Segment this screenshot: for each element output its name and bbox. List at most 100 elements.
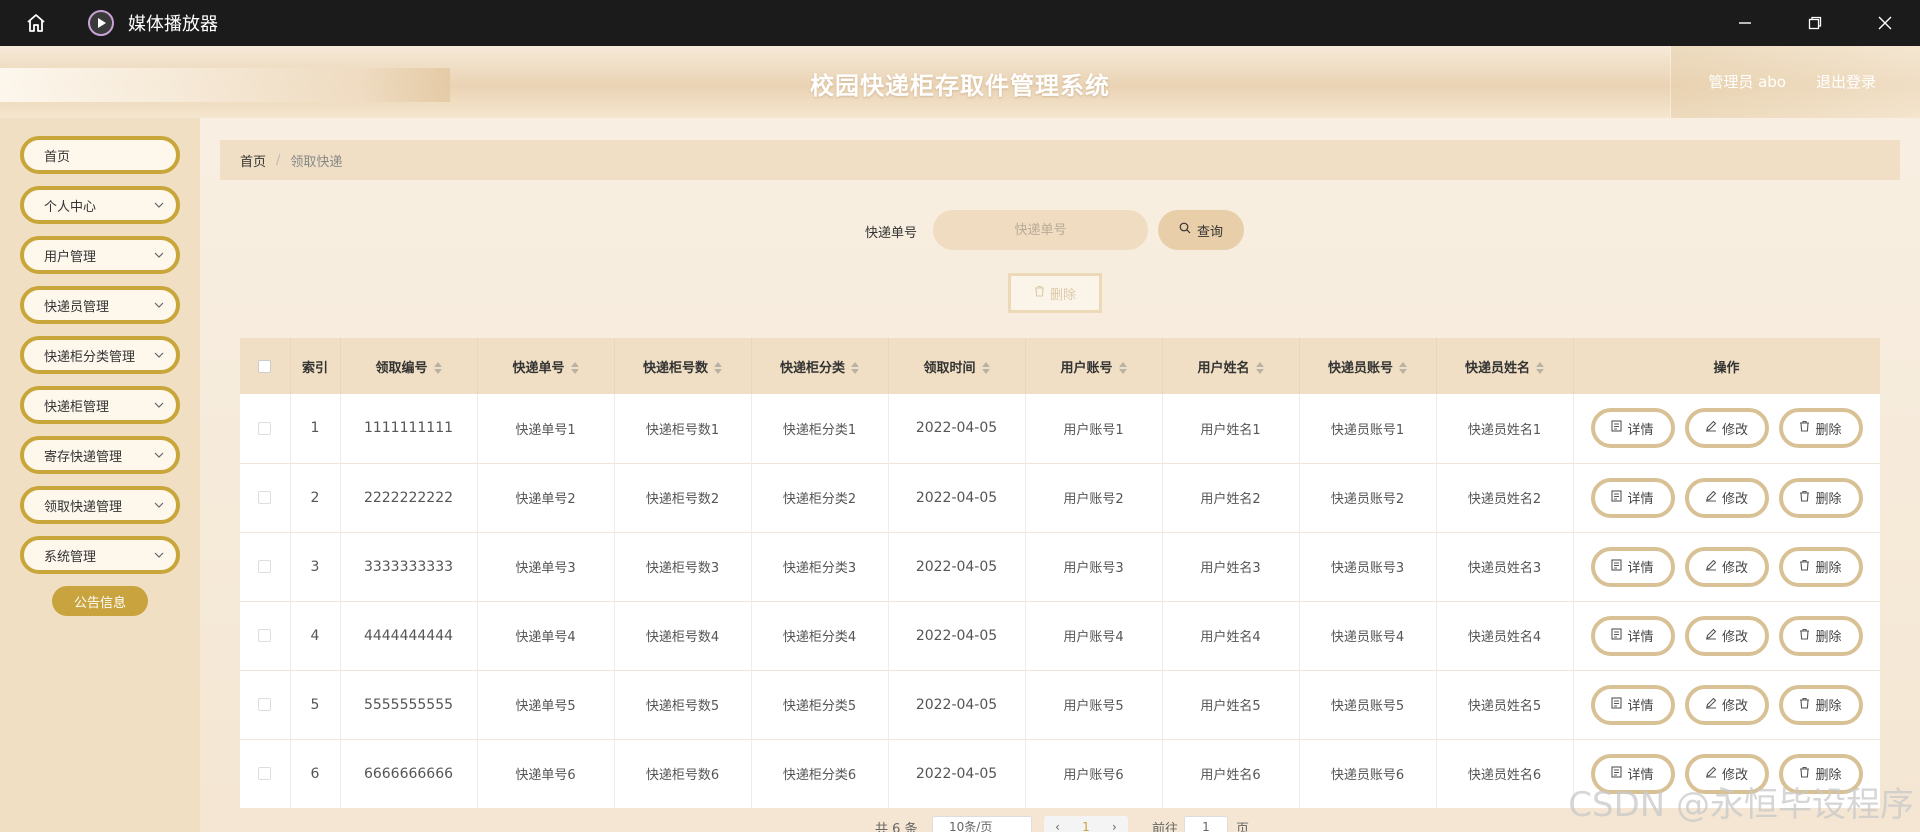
select-all-checkbox[interactable] [258, 359, 272, 373]
column-header-tracking-number[interactable]: 快递单号 [477, 338, 615, 394]
detail-button[interactable]: 详情 [1590, 408, 1675, 449]
delete-button-label: 删除 [1815, 699, 1842, 714]
sort-icon[interactable] [570, 362, 579, 374]
table-cell: 快递员姓名4 [1436, 601, 1574, 670]
table-cell: 快递员账号5 [1299, 670, 1437, 739]
sidebar-subitem-notice[interactable]: 公告信息 [52, 586, 148, 616]
table-cell: 1111111111 [340, 394, 478, 463]
row-checkbox[interactable] [258, 698, 272, 711]
row-checkbox[interactable] [258, 767, 272, 780]
column-header-pickup-number[interactable]: 领取编号 [340, 338, 478, 394]
detail-button[interactable]: 详情 [1590, 477, 1675, 518]
sort-icon[interactable] [1536, 362, 1544, 374]
table-cell: 快递柜分类5 [751, 670, 889, 739]
edit-button[interactable]: 修改 [1684, 477, 1769, 518]
breadcrumb-home[interactable]: 首页 [240, 151, 266, 170]
sort-icon[interactable] [1118, 362, 1127, 374]
table-cell: 快递柜分类4 [751, 601, 889, 670]
column-header-user-account[interactable]: 用户账号 [1025, 338, 1163, 394]
row-checkbox[interactable] [258, 421, 272, 435]
edit-button[interactable]: 修改 [1684, 615, 1769, 656]
row-checkbox-cell[interactable] [240, 670, 291, 739]
sidebar-item-pickup-management[interactable]: 领取快递管理 [20, 486, 180, 524]
sidebar-item-personal-center[interactable]: 个人中心 [20, 186, 180, 224]
delete-button[interactable]: 删除 [1778, 684, 1863, 725]
column-header-courier-name[interactable]: 快递员姓名 [1436, 338, 1574, 394]
goto-page-input[interactable]: 1 [1184, 816, 1228, 832]
page-unit-label: 页 [1236, 822, 1250, 832]
page-navigation: ‹ 1 › [1044, 816, 1128, 832]
edit-button[interactable]: 修改 [1684, 546, 1769, 587]
table-cell: 用户姓名3 [1162, 532, 1300, 601]
page-size-select[interactable]: 10条/页 [932, 816, 1032, 832]
sidebar-item-label: 寄存快递管理 [44, 449, 123, 465]
sidebar-item-locker-category-management[interactable]: 快递柜分类管理 [20, 336, 180, 374]
table-cell: 快递柜分类1 [751, 394, 889, 463]
edit-button-label: 修改 [1721, 492, 1748, 507]
sort-icon[interactable] [714, 362, 722, 374]
sort-icon[interactable] [981, 362, 990, 374]
sort-icon[interactable] [851, 362, 859, 374]
table-cell: 2022-04-05 [888, 670, 1026, 739]
window-title: 媒体播放器 [128, 14, 218, 35]
row-checkbox-cell[interactable] [240, 601, 291, 670]
row-checkbox[interactable] [258, 560, 272, 573]
delete-button[interactable]: 删除 [1778, 546, 1863, 587]
delete-button[interactable]: 删除 [1778, 408, 1863, 449]
next-page-icon[interactable]: › [1112, 820, 1117, 832]
minimize-button[interactable] [1710, 0, 1780, 46]
search-icon [1179, 222, 1191, 238]
sort-icon[interactable] [433, 362, 442, 374]
search-label: 快递单号 [865, 226, 918, 241]
delete-button[interactable]: 删除 [1778, 615, 1863, 656]
sort-icon[interactable] [1255, 362, 1264, 374]
row-checkbox-cell[interactable] [240, 739, 291, 808]
column-header-locker-category[interactable]: 快递柜分类 [751, 338, 889, 394]
row-checkbox-cell[interactable] [240, 394, 291, 463]
sidebar-item-courier-management[interactable]: 快递员管理 [20, 286, 180, 324]
detail-button[interactable]: 详情 [1590, 546, 1675, 587]
sidebar-item-locker-management[interactable]: 快递柜管理 [20, 386, 180, 424]
detail-icon [1611, 627, 1623, 644]
restore-button[interactable] [1780, 0, 1850, 46]
table-cell: 4 [290, 601, 341, 670]
sidebar-item-home[interactable]: 首页 [20, 136, 180, 174]
delete-button[interactable]: 删除 [1778, 477, 1863, 518]
select-all-cell[interactable] [240, 338, 291, 394]
sidebar-item-user-management[interactable]: 用户管理 [20, 236, 180, 274]
edit-button-label: 修改 [1721, 699, 1748, 714]
row-checkbox[interactable] [258, 629, 272, 642]
column-header-locker-number[interactable]: 快递柜号数 [614, 338, 752, 394]
sidebar-item-system-management[interactable]: 系统管理 [20, 536, 180, 574]
detail-button[interactable]: 详情 [1590, 615, 1675, 656]
batch-delete-button[interactable]: 删除 [1008, 273, 1102, 313]
sidebar-item-label: 用户管理 [44, 249, 97, 265]
row-checkbox-cell[interactable] [240, 532, 291, 601]
column-header-courier-account[interactable]: 快递员账号 [1299, 338, 1437, 394]
edit-icon [1705, 628, 1717, 644]
edit-button[interactable]: 修改 [1684, 684, 1769, 725]
current-page[interactable]: 1 [1082, 820, 1090, 832]
app-header: 校园快递柜存取件管理系统 管理员 abo 退出登录 [0, 46, 1920, 118]
edit-button[interactable]: 修改 [1684, 408, 1769, 449]
table-header-row: 索引 领取编号 快递单号 快递柜号数 快递柜分类 领取时间 用户账号 用户姓名 … [240, 338, 1880, 394]
sort-icon[interactable] [1399, 362, 1407, 374]
detail-button[interactable]: 详情 [1590, 684, 1675, 725]
tracking-number-search-input[interactable] [933, 210, 1148, 250]
close-button[interactable] [1850, 0, 1920, 46]
prev-page-icon[interactable]: ‹ [1055, 820, 1060, 832]
column-header-pickup-time[interactable]: 领取时间 [888, 338, 1026, 394]
sidebar-item-deposit-management[interactable]: 寄存快递管理 [20, 436, 180, 474]
table-cell: 用户账号1 [1025, 394, 1163, 463]
row-checkbox[interactable] [258, 491, 272, 504]
row-checkbox-cell[interactable] [240, 463, 291, 532]
table-cell: 5555555555 [340, 670, 478, 739]
logout-link[interactable]: 退出登录 [1816, 71, 1876, 92]
table-cell: 用户账号2 [1025, 463, 1163, 532]
home-icon[interactable] [24, 11, 48, 35]
table-cell: 用户姓名1 [1162, 394, 1300, 463]
pickup-table: 索引 领取编号 快递单号 快递柜号数 快递柜分类 领取时间 用户账号 用户姓名 … [240, 338, 1880, 808]
table-cell: 2 [290, 463, 341, 532]
column-header-user-name[interactable]: 用户姓名 [1162, 338, 1300, 394]
query-button[interactable]: 查询 [1158, 210, 1244, 250]
